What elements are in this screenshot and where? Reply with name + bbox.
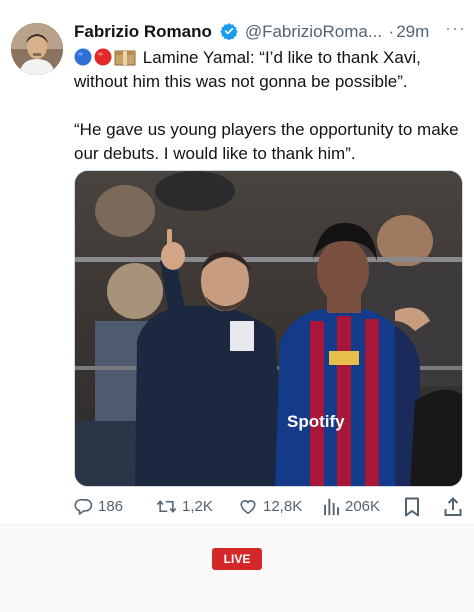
time-separator: · <box>388 22 395 41</box>
view-count: 206K <box>345 498 381 515</box>
author-name[interactable]: Fabrizio Romano <box>74 22 212 41</box>
reply-button[interactable]: 186 <box>74 497 123 516</box>
like-count: 12,8K <box>263 498 303 515</box>
live-badge[interactable]: LIVE <box>212 548 262 570</box>
live-bar: LIVE <box>0 524 474 612</box>
package-icon <box>114 48 136 66</box>
retweet-icon <box>156 500 177 513</box>
retweet-button[interactable]: 1,2K <box>156 497 213 516</box>
reply-count: 186 <box>98 498 124 515</box>
sponsor-text: Spotify <box>287 412 345 431</box>
views-bar-chart-icon <box>324 498 339 516</box>
tweet-paragraph-2: “He gave us young players the opportunit… <box>74 120 459 163</box>
blue-circle-icon <box>74 48 92 66</box>
tweet-text: Lamine Yamal: “I’d like to thank Xavi, w… <box>74 46 466 166</box>
verified-badge-icon <box>220 22 238 45</box>
tweet[interactable]: Fabrizio Romano @FabrizioRoma... · 29m ··… <box>0 0 474 612</box>
reply-icon <box>74 498 93 515</box>
tweet-time[interactable]: 29m <box>396 22 429 41</box>
retweet-count: 1,2K <box>182 498 213 515</box>
share-button[interactable] <box>444 497 467 517</box>
bookmark-icon <box>405 497 419 517</box>
tweet-actions: 186 1,2K 12,8K 206K <box>74 497 466 521</box>
author-handle[interactable]: @FabrizioRoma... <box>245 22 382 41</box>
tweet-photo[interactable]: Spotify <box>74 170 463 487</box>
bookmark-button[interactable] <box>404 497 425 517</box>
tweet-paragraph-1: Lamine Yamal: “I’d like to thank Xavi, w… <box>74 46 466 94</box>
heart-icon <box>240 500 256 515</box>
like-button[interactable]: 12,8K <box>238 497 302 516</box>
more-dots-icon[interactable]: ··· <box>445 18 466 39</box>
views-button[interactable]: 206K <box>322 497 380 516</box>
avatar[interactable] <box>11 23 63 75</box>
tweet-header: Fabrizio Romano @FabrizioRoma... · 29m ··… <box>74 18 466 46</box>
red-circle-icon <box>94 48 112 66</box>
share-icon <box>444 497 462 516</box>
